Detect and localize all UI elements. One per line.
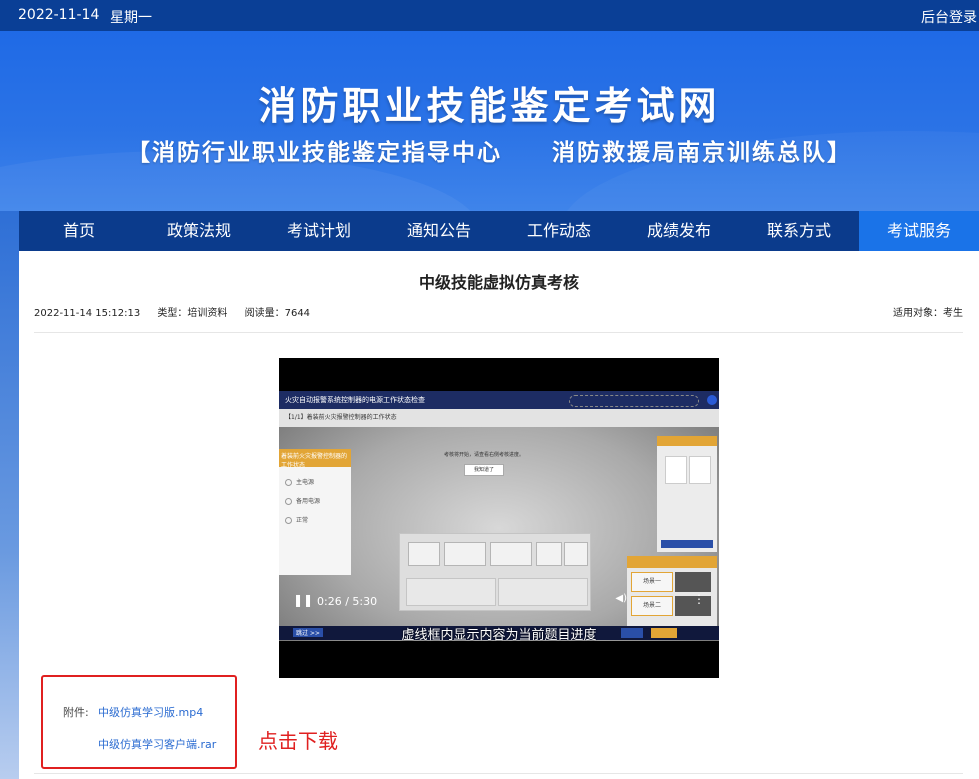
current-date: 2022-11-14 <box>18 7 100 23</box>
site-subtitle: 【消防行业职业技能鉴定指导中心 消防救援局南京训练总队】 <box>127 140 852 166</box>
article-type: 类型：培训资料 <box>157 308 228 319</box>
site-banner: 消防职业技能鉴定考试网 【消防行业职业技能鉴定指导中心 消防救援局南京训练总队】 <box>0 31 979 211</box>
scene-left-panel: 着装前火灾报警控制器的工作状态 主电源 备用电源 正常 <box>279 449 351 575</box>
scene-option: 主电源 <box>285 477 345 486</box>
attachment-label: 附件: <box>63 706 89 719</box>
article-meta: 2022-11-14 15:12:13 类型：培训资料 阅读量：7644 <box>34 304 324 319</box>
article-title: 中级技能虚拟仿真考核 <box>418 273 579 292</box>
article-datetime: 2022-11-14 15:12:13 <box>34 308 141 319</box>
video-player[interactable]: 火灾自动报警系统控制器的电源工作状态检查 【1/1】着装前火灾报警控制器的工作状… <box>279 358 719 678</box>
download-highlight-box <box>41 675 237 769</box>
switch-icon <box>665 456 687 484</box>
radio-icon <box>285 498 292 505</box>
attachment-link-mp4[interactable]: 中级仿真学习版.mp4 <box>98 704 203 720</box>
scenario-item: 场景一 <box>631 572 673 592</box>
scene-dialog-text: 考核将开始，请查看右侧考核进度。 <box>443 452 524 458</box>
nav-item-policy[interactable]: 政策法规 <box>139 211 259 251</box>
divider <box>34 773 963 774</box>
more-options-icon[interactable]: ⋮ <box>693 592 705 606</box>
video-controls: ❚❚ 0:26 / 5:30 ◀) ⋮ <box>279 591 719 608</box>
video-time: 0:26 / 5:30 <box>317 595 378 608</box>
console-panel <box>564 542 588 566</box>
info-icon <box>707 395 717 405</box>
scene-header-title: 火灾自动报警系统控制器的电源工作状态检查 <box>285 396 425 404</box>
nav-item-exam-plan[interactable]: 考试计划 <box>259 211 379 251</box>
radio-icon <box>285 479 292 486</box>
site-title: 消防职业技能鉴定考试网 <box>258 84 721 128</box>
top-bar: 2022-11-14 星期一 后台登录 <box>0 0 979 31</box>
current-weekday: 星期一 <box>110 10 152 26</box>
switch-icon <box>689 456 711 484</box>
scene-question-title: 【1/1】着装前火灾报警控制器的工作状态 <box>285 414 397 421</box>
divider <box>34 332 963 333</box>
video-caption: 虚线框内显示内容为当前题目进度 <box>401 628 597 643</box>
scene-dialog: 考核将开始，请查看右侧考核进度。 我知道了 <box>429 451 539 491</box>
scene-left-panel-title: 着装前火灾报警控制器的工作状态 <box>281 453 348 469</box>
console-panel <box>444 542 486 566</box>
pause-icon[interactable]: ❚❚ <box>293 593 313 607</box>
console-panel <box>408 542 440 566</box>
scene-subbar: 【1/1】着装前火灾报警控制器的工作状态 <box>279 409 719 427</box>
download-annotation: 点击下载 <box>258 729 338 753</box>
article-content: 中级技能虚拟仿真考核 2022-11-14 15:12:13 类型：培训资料 阅… <box>19 251 979 779</box>
nav-item-home[interactable]: 首页 <box>19 211 139 251</box>
attachment-link-rar[interactable]: 中级仿真学习客户端.rar <box>98 736 216 752</box>
nav-item-notice[interactable]: 通知公告 <box>379 211 499 251</box>
left-background-strip <box>0 211 19 779</box>
article-audience: 适用对象：考生 <box>893 308 963 319</box>
scene-option-label: 备用电源 <box>296 498 321 505</box>
scene-option: 正常 <box>285 515 345 524</box>
volume-icon[interactable]: ◀) <box>615 593 627 604</box>
article-read-count: 阅读量：7644 <box>244 308 311 319</box>
scene-option-label: 正常 <box>296 517 309 524</box>
admin-login-link[interactable]: 后台登录 <box>921 7 977 27</box>
nav-item-results[interactable]: 成绩发布 <box>619 211 739 251</box>
radio-icon <box>285 517 292 524</box>
main-nav: 首页 政策法规 考试计划 通知公告 工作动态 成绩发布 联系方式 考试服务 <box>19 211 979 251</box>
console-panel <box>536 542 562 566</box>
scene-right-panel-button <box>661 540 713 548</box>
scenario-thumbnail <box>675 572 711 592</box>
nav-item-exam-service[interactable]: 考试服务 <box>859 211 979 251</box>
scene-dialog-button: 我知道了 <box>464 464 504 476</box>
scene-right-panel <box>657 436 717 552</box>
scene-option: 备用电源 <box>285 496 345 505</box>
nav-item-contact[interactable]: 联系方式 <box>739 211 859 251</box>
scene-progress-indicator <box>569 395 699 407</box>
nav-item-work-news[interactable]: 工作动态 <box>499 211 619 251</box>
scene-option-label: 主电源 <box>296 479 315 486</box>
console-panel <box>490 542 532 566</box>
